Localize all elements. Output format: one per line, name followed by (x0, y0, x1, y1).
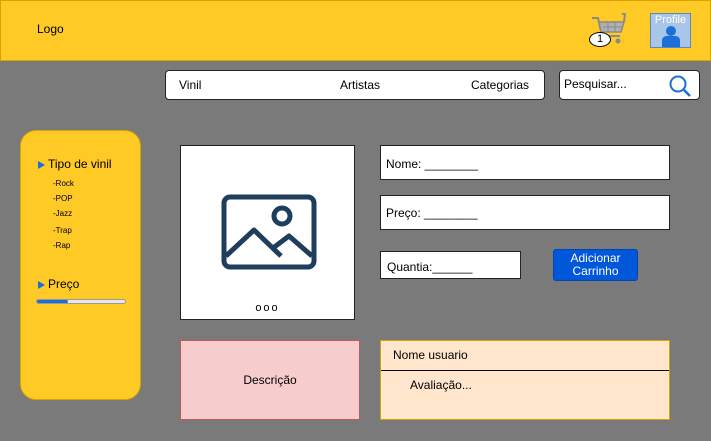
divider (381, 370, 669, 371)
product-name-field[interactable]: Nome: ________ (380, 145, 670, 180)
price-slider[interactable] (36, 299, 126, 304)
quantity-label: Quantia:______ (387, 260, 473, 274)
product-name-label: Nome: ________ (386, 157, 479, 171)
filter-option-rap[interactable]: -Rap (53, 241, 70, 250)
profile-button[interactable]: Profile (650, 13, 691, 48)
review-card: Nome usuario Avaliação... (380, 340, 670, 420)
triangle-right-icon (38, 281, 45, 289)
filter-type-title: Tipo de vinil (48, 157, 112, 171)
carousel-dots[interactable]: ooo (181, 302, 354, 314)
filter-price-title: Preço (48, 277, 80, 291)
search-icon[interactable] (668, 74, 694, 98)
review-user-name: Nome usuario (393, 348, 468, 362)
quantity-field[interactable]: Quantia:______ (380, 251, 521, 279)
filter-type-toggle[interactable]: Tipo de vinil (38, 157, 112, 171)
nav-item-artistas[interactable]: Artistas (340, 78, 380, 92)
filter-option-pop[interactable]: -POP (53, 194, 73, 203)
product-price-label: Preço: ________ (386, 206, 478, 220)
user-avatar-icon (662, 26, 680, 47)
product-price-field[interactable]: Preço: ________ (380, 195, 670, 230)
add-to-cart-button[interactable]: Adicionar Carrinho (553, 249, 638, 281)
search-input[interactable] (564, 77, 664, 91)
review-rating: Avaliação... (410, 378, 472, 392)
cart-count-badge: 1 (589, 32, 611, 47)
nav-item-categorias[interactable]: Categorias (471, 78, 529, 92)
search-box (559, 70, 700, 100)
filter-option-trap[interactable]: -Trap (53, 226, 72, 235)
filter-option-rock[interactable]: -Rock (53, 179, 74, 188)
main-nav: Vinil Artistas Categorias (165, 70, 545, 100)
logo[interactable]: Logo (37, 22, 64, 36)
filter-sidebar: Tipo de vinil -Rock -POP -Jazz -Trap -Ra… (20, 130, 141, 400)
description-box: Descrição (180, 340, 360, 420)
price-slider-fill (37, 300, 68, 303)
filter-price-toggle[interactable]: Preço (38, 277, 79, 291)
triangle-right-icon (38, 161, 45, 169)
product-image[interactable]: ooo (180, 145, 355, 320)
description-label: Descrição (243, 373, 297, 387)
image-placeholder-icon (221, 194, 317, 270)
filter-option-jazz[interactable]: -Jazz (53, 209, 72, 218)
nav-item-vinil[interactable]: Vinil (179, 78, 201, 92)
